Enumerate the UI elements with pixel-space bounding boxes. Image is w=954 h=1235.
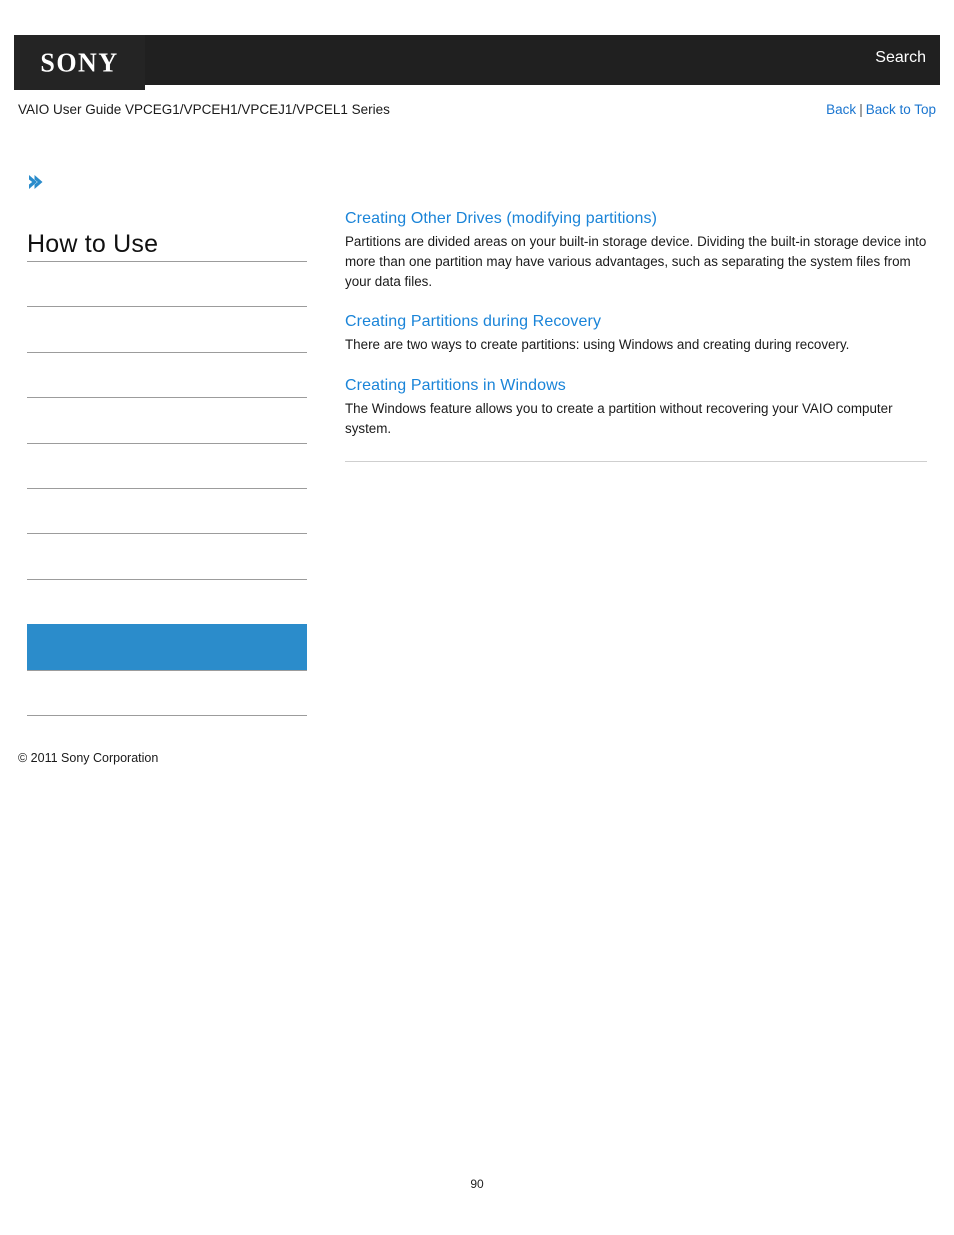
content-bottom-rule <box>345 460 927 462</box>
sidebar-item-selected[interactable] <box>27 624 307 670</box>
chevron-right-icon[interactable] <box>26 172 46 192</box>
section-body-3: The Windows feature allows you to create… <box>345 401 893 436</box>
back-to-top-link[interactable]: Back to Top <box>866 102 936 117</box>
section-heading-link-3[interactable]: Creating Partitions in Windows <box>345 377 927 395</box>
sidebar-bottom-rule <box>27 714 307 716</box>
sidebar-item-10[interactable] <box>27 669 307 715</box>
sidebar-item-8[interactable] <box>27 578 307 624</box>
main-content: Creating Other Drives (modifying partiti… <box>345 210 927 462</box>
sidebar-item-4[interactable] <box>27 397 307 442</box>
top-header-bar <box>14 35 940 85</box>
sidebar-item-2[interactable] <box>27 306 307 351</box>
content-section-2: Creating Partitions during Recovery Ther… <box>345 313 927 355</box>
sidebar-item-7[interactable] <box>27 533 307 578</box>
content-section-1: Creating Other Drives (modifying partiti… <box>345 210 927 291</box>
section-body-1: Partitions are divided areas on your bui… <box>345 234 927 289</box>
copyright-text: © 2011 Sony Corporation <box>18 751 159 765</box>
sub-header: VAIO User Guide VPCEG1/VPCEH1/VPCEJ1/VPC… <box>18 102 936 122</box>
section-body-2: There are two ways to create partitions:… <box>345 337 850 353</box>
sidebar-item-5[interactable] <box>27 442 307 488</box>
header-nav-links: Back | Back to Top <box>826 102 936 117</box>
search-link[interactable]: Search <box>875 49 926 67</box>
guide-title: VAIO User Guide VPCEG1/VPCEH1/VPCEJ1/VPC… <box>18 102 390 117</box>
content-section-3: Creating Partitions in Windows The Windo… <box>345 377 927 439</box>
sidebar-item-3[interactable] <box>27 351 307 397</box>
page-title: How to Use <box>27 230 159 258</box>
sony-logo[interactable]: SONY <box>14 35 145 90</box>
sidebar-item-6[interactable] <box>27 487 307 533</box>
section-heading-link-2[interactable]: Creating Partitions during Recovery <box>345 313 927 331</box>
sony-logo-text: SONY <box>40 46 119 78</box>
section-heading-link-1[interactable]: Creating Other Drives (modifying partiti… <box>345 210 927 228</box>
back-link[interactable]: Back <box>826 102 856 117</box>
nav-separator: | <box>859 102 863 117</box>
sidebar-nav-list <box>27 261 307 716</box>
page-number: 90 <box>470 1177 484 1191</box>
sidebar-item-1[interactable] <box>27 261 307 306</box>
